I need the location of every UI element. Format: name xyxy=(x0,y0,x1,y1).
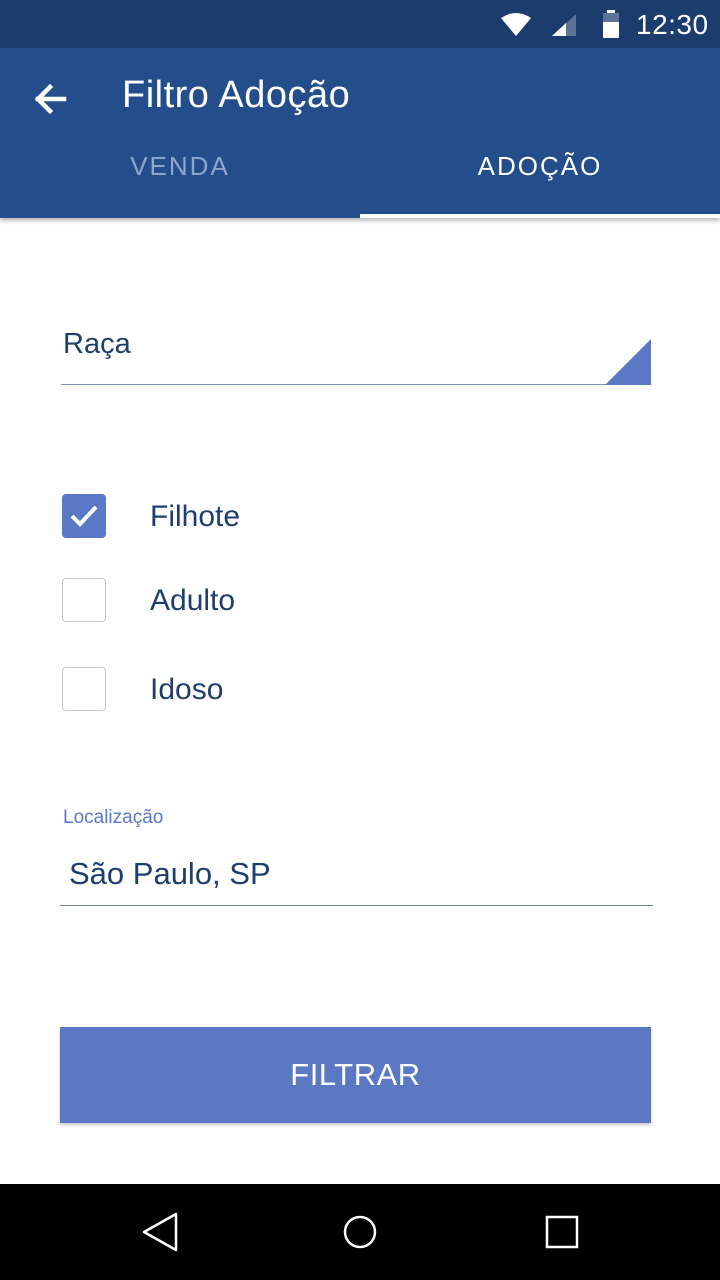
dropdown-triangle-icon xyxy=(605,339,651,385)
wifi-icon xyxy=(501,13,531,36)
tab-adocao[interactable]: ADOÇÃO xyxy=(360,144,720,216)
location-input[interactable] xyxy=(60,842,653,906)
checkmark-icon xyxy=(70,505,98,527)
raca-label: Raça xyxy=(63,328,131,360)
checkbox-idoso[interactable] xyxy=(62,667,106,711)
checkbox-label: Filhote xyxy=(150,500,241,533)
navigation-bar xyxy=(0,1184,720,1280)
tab-indicator xyxy=(360,214,720,218)
nav-home-icon[interactable] xyxy=(336,1208,384,1256)
checkbox-filhote[interactable] xyxy=(62,494,106,538)
checkbox-row-adulto[interactable]: Adulto xyxy=(62,578,362,626)
raca-underline xyxy=(61,383,651,385)
raca-dropdown[interactable]: Raça xyxy=(61,310,651,385)
tab-venda[interactable]: VENDA xyxy=(0,144,360,216)
arrow-back-icon[interactable] xyxy=(28,76,74,122)
checkbox-row-filhote[interactable]: Filhote xyxy=(62,494,362,542)
nav-back-icon[interactable] xyxy=(136,1208,184,1256)
signal-icon xyxy=(552,14,576,36)
filter-button[interactable]: FILTRAR xyxy=(60,1027,651,1123)
checkbox-row-idoso[interactable]: Idoso xyxy=(62,667,362,715)
battery-icon xyxy=(603,10,619,38)
status-time: 12:30 xyxy=(636,9,709,40)
checkbox-adulto[interactable] xyxy=(62,578,106,622)
checkbox-label: Idoso xyxy=(150,673,224,706)
nav-recent-icon[interactable] xyxy=(538,1208,586,1256)
checkbox-label: Adulto xyxy=(150,584,236,617)
app-bar: Filtro Adoção VENDA ADOÇÃO xyxy=(0,48,720,218)
page-title: Filtro Adoção xyxy=(122,74,351,116)
location-label: Localização xyxy=(63,807,164,828)
status-bar: 12:30 xyxy=(0,0,720,48)
